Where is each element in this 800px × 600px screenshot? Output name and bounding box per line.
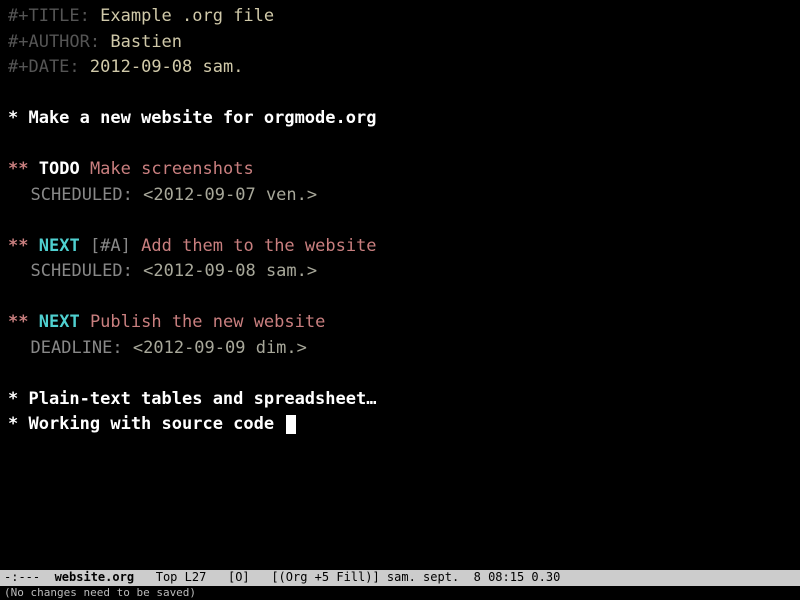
meta-author-value: Bastien xyxy=(110,32,182,52)
scheduled-label: SCHEDULED: xyxy=(31,185,133,205)
heading-todo-item-1: ** TODO Make screenshots xyxy=(8,157,792,183)
heading-marker: ** xyxy=(8,236,28,256)
heading-level1-b: * Plain-text tables and spreadsheet… xyxy=(8,387,792,413)
scheduled-date: <2012-09-07 ven.> xyxy=(143,185,317,205)
editor-buffer[interactable]: #+TITLE: Example .org file #+AUTHOR: Bas… xyxy=(0,0,800,442)
mode-line[interactable]: -:--- website.org Top L27 [O] [(Org +5 F… xyxy=(0,570,800,586)
heading-level1-c: * Working with source code xyxy=(8,412,792,438)
blank-line xyxy=(8,285,792,311)
heading-title: Make screenshots xyxy=(90,159,254,179)
buffer-name: website.org xyxy=(55,570,134,584)
meta-title-key: #+TITLE: xyxy=(8,6,90,26)
text-cursor xyxy=(286,415,296,434)
scheduled-line-1: SCHEDULED: <2012-09-07 ven.> xyxy=(8,183,792,209)
meta-date-value: 2012-09-08 sam. xyxy=(90,57,244,77)
meta-author-key: #+AUTHOR: xyxy=(8,32,100,52)
meta-date-line: #+DATE: 2012-09-08 sam. xyxy=(8,55,792,81)
heading-marker: ** xyxy=(8,312,28,332)
heading-text: * Working with source code xyxy=(8,414,284,434)
mode-line-status: -:--- xyxy=(4,570,55,584)
scheduled-date: <2012-09-08 sam.> xyxy=(143,261,317,281)
heading-todo-item-3: ** NEXT Publish the new website xyxy=(8,310,792,336)
next-keyword: NEXT xyxy=(39,312,80,332)
heading-title: Publish the new website xyxy=(90,312,325,332)
mode-line-info: Top L27 [O] [(Org +5 Fill)] sam. sept. 8… xyxy=(134,570,560,584)
heading-title: Add them to the website xyxy=(141,236,376,256)
meta-title-line: #+TITLE: Example .org file xyxy=(8,4,792,30)
blank-line xyxy=(8,132,792,158)
meta-author-line: #+AUTHOR: Bastien xyxy=(8,30,792,56)
heading-todo-item-2: ** NEXT [#A] Add them to the website xyxy=(8,234,792,260)
blank-line xyxy=(8,208,792,234)
heading-level1-a: * Make a new website for orgmode.org xyxy=(8,106,792,132)
heading-marker: ** xyxy=(8,159,28,179)
deadline-label: DEADLINE: xyxy=(31,338,123,358)
scheduled-line-2: SCHEDULED: <2012-09-08 sam.> xyxy=(8,259,792,285)
minibuffer[interactable]: (No changes need to be saved) xyxy=(0,586,800,600)
blank-line xyxy=(8,361,792,387)
scheduled-label: SCHEDULED: xyxy=(31,261,133,281)
meta-title-value: Example .org file xyxy=(100,6,274,26)
deadline-date: <2012-09-09 dim.> xyxy=(133,338,307,358)
meta-date-key: #+DATE: xyxy=(8,57,80,77)
todo-keyword: TODO xyxy=(39,159,80,179)
deadline-line: DEADLINE: <2012-09-09 dim.> xyxy=(8,336,792,362)
blank-line xyxy=(8,81,792,107)
next-keyword: NEXT xyxy=(39,236,80,256)
priority-tag: [#A] xyxy=(90,236,131,256)
